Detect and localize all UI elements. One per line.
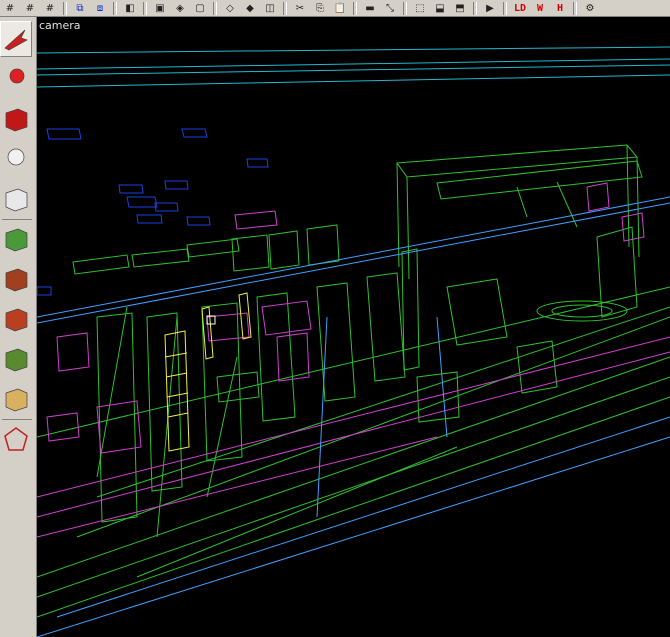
texture-rust-icon — [5, 308, 28, 332]
grid-4-icon[interactable]: # — [42, 1, 58, 15]
settings-icon[interactable]: ⚙ — [582, 1, 598, 15]
select-arrow-icon — [4, 29, 28, 51]
brush-red-icon — [5, 108, 28, 132]
sidebar-tool-light-bulb[interactable] — [0, 141, 32, 177]
grid-2-icon[interactable]: # — [22, 1, 38, 15]
sidebar-tool-texture-rust[interactable] — [0, 301, 32, 337]
scale-texture-icon[interactable]: ⤡ — [382, 1, 398, 15]
toolbar-separator — [573, 1, 577, 15]
camera-icon[interactable]: ⬚ — [412, 1, 428, 15]
flip-icon[interactable]: ◧ — [122, 1, 138, 15]
entity-pin-icon — [9, 68, 25, 84]
cubic-clip-icon[interactable]: ⬓ — [432, 1, 448, 15]
csg-merge-icon[interactable]: ◈ — [172, 1, 188, 15]
view-xy-icon[interactable]: LD — [512, 1, 528, 15]
select-entities-icon[interactable]: ⧈ — [92, 1, 108, 15]
copy-icon[interactable]: ⎘ — [312, 1, 328, 15]
select-brushes-icon[interactable]: ⧉ — [72, 1, 88, 15]
sidebar-separator — [2, 419, 32, 420]
texture-lock-icon[interactable]: ▬ — [362, 1, 378, 15]
sidebar-tool-texture-grass[interactable] — [0, 341, 32, 377]
toolbar-separator — [213, 1, 217, 15]
clipper-icon[interactable]: ◇ — [222, 1, 238, 15]
sidebar-tool-brush-red[interactable] — [0, 101, 32, 137]
view-h-icon[interactable]: H — [552, 1, 568, 15]
wireframe-scene — [37, 46, 670, 637]
sidebar-separator — [2, 219, 32, 220]
brush-icon[interactable]: ◫ — [262, 1, 278, 15]
toolbar-separator — [143, 1, 147, 15]
toolbar-separator — [473, 1, 477, 15]
sidebar-tool-vertex-edit[interactable] — [0, 421, 32, 457]
sidebar-tool-texture-brick[interactable] — [0, 261, 32, 297]
bbox-icon[interactable]: ⬒ — [452, 1, 468, 15]
toolbar-separator — [403, 1, 407, 15]
hollow-icon[interactable]: ▢ — [192, 1, 208, 15]
camera-viewport[interactable]: camera — [37, 17, 670, 637]
toolbar-separator — [503, 1, 507, 15]
toolbar-separator — [63, 1, 67, 15]
cyan-horizon-lines — [37, 46, 670, 88]
sidebar-tool-texture-green[interactable] — [0, 221, 32, 257]
bevel-icon[interactable]: ◆ — [242, 1, 258, 15]
view-w-icon[interactable]: W — [532, 1, 548, 15]
magenta-brushes — [37, 182, 670, 538]
texture-brick-icon — [5, 268, 28, 292]
grid-1-icon[interactable]: # — [2, 1, 18, 15]
main-toolbar: # # # ⧉ ⧈ ◧ ▣ ◈ ▢ ◇ ◆ ◫ ✂ ⎘ 📋 ▬ ⤡ ⬚ ⬓ ⬒ ▶ LD W H ⚙ — [0, 0, 670, 17]
paste-icon[interactable]: 📋 — [332, 1, 348, 15]
cut-icon[interactable]: ✂ — [292, 1, 308, 15]
texture-sand-icon — [5, 388, 28, 412]
toolbar-separator — [283, 1, 287, 15]
csg-subtract-icon[interactable]: ▣ — [152, 1, 168, 15]
viewport-label: camera — [39, 19, 81, 32]
tool-sidebar — [0, 17, 37, 637]
cube-white-icon — [5, 188, 28, 212]
sidebar-tool-select-arrow[interactable] — [0, 21, 32, 57]
sidebar-tool-cube-white[interactable] — [0, 181, 32, 217]
patch-icon[interactable]: ▶ — [482, 1, 498, 15]
toolbar-separator — [113, 1, 117, 15]
sidebar-tool-texture-sand[interactable] — [0, 381, 32, 417]
blue-brushes — [37, 128, 269, 296]
sidebar-tool-entity-pin[interactable] — [0, 61, 32, 97]
green-brushes — [37, 144, 670, 618]
light-bulb-icon — [7, 148, 25, 166]
texture-green-icon — [5, 228, 28, 252]
vertex-edit-icon — [4, 427, 28, 451]
toolbar-separator — [353, 1, 357, 15]
texture-grass-icon — [5, 348, 28, 372]
